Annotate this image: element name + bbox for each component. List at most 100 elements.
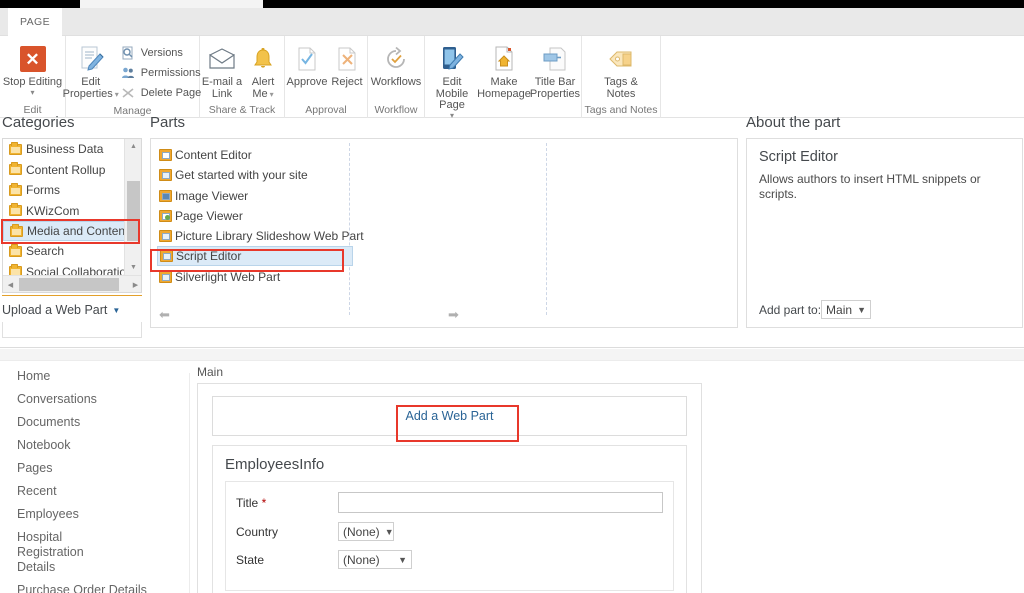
state-select[interactable]: (None) ▼ — [338, 550, 412, 569]
edit-properties-label: Edit Properties — [62, 76, 113, 100]
approve-button[interactable]: Approve — [286, 40, 328, 89]
make-homepage-button[interactable]: Make Homepage — [477, 40, 531, 100]
add-part-to-label: Add part to: — [759, 302, 822, 317]
part-item-content-editor[interactable]: Content Editor — [157, 145, 537, 165]
versions-button[interactable]: Versions — [118, 43, 202, 63]
tags-notes-icon — [607, 44, 635, 74]
permissions-button[interactable]: Permissions — [118, 63, 202, 83]
part-item-picture-library-slideshow-web-part[interactable]: Picture Library Slideshow Web Part — [157, 226, 537, 246]
part-item-silverlight-web-part[interactable]: Silverlight Web Part — [157, 266, 537, 286]
category-item-search[interactable]: Search — [3, 241, 125, 262]
web-part-icon — [159, 210, 172, 223]
ribbon-group-label-tags-notes: Tags and Notes — [584, 104, 658, 116]
browser-top-strip — [0, 0, 1024, 8]
part-label: Page Viewer — [175, 209, 243, 224]
scroll-left-icon[interactable]: ◀ — [3, 276, 18, 292]
category-item-content-rollup[interactable]: Content Rollup — [3, 160, 125, 181]
form-row-title: Title * — [236, 492, 663, 513]
add-a-web-part-link[interactable]: Add a Web Part — [405, 409, 493, 423]
nav-item-documents[interactable]: Documents — [0, 411, 175, 434]
scrollbar-thumb[interactable] — [127, 181, 140, 241]
workflows-button[interactable]: Workflows — [368, 40, 424, 89]
country-select[interactable]: (None) ▼ — [338, 522, 394, 541]
scroll-up-icon[interactable]: ▲ — [125, 139, 141, 154]
nav-item-label: Conversations — [17, 392, 97, 406]
nav-item-pages[interactable]: Pages — [0, 457, 175, 480]
title-bar-properties-icon — [542, 44, 568, 74]
nav-item-home[interactable]: Home — [0, 365, 175, 388]
nav-item-hospital-registration-details[interactable]: Hospital Registration Details — [0, 526, 120, 579]
ribbon-group-label-share-track: Share & Track — [208, 104, 276, 116]
category-item-business-data[interactable]: Business Data — [3, 139, 125, 160]
ribbon: ✕ Stop Editing ▾ Edit Edit Properties ▾ … — [0, 36, 1024, 134]
page-body: Home Conversations Documents Notebook Pa… — [0, 349, 1024, 593]
nav-item-label: Hospital Registration Details — [17, 530, 84, 574]
ribbon-tabstrip: PAGE — [0, 8, 1024, 36]
main-column: Main Add a Web Part EmployeesInfo Title … — [197, 365, 717, 593]
title-input[interactable] — [338, 492, 663, 513]
parts-column-divider — [546, 143, 547, 315]
edit-mobile-page-label: Edit Mobile Page — [435, 76, 469, 111]
nav-item-purchase-order-details[interactable]: Purchase Order Details — [0, 579, 175, 593]
tab-page-label: PAGE — [20, 16, 50, 28]
upload-a-web-part-button[interactable]: Upload a Web Part ▼ — [2, 299, 142, 321]
versions-icon — [118, 45, 138, 61]
alert-me-button[interactable]: Alert Me ▾ — [243, 40, 283, 100]
zone-label-main: Main — [197, 365, 224, 379]
title-bar-properties-button[interactable]: Title Bar Properties — [529, 40, 581, 100]
folder-icon — [9, 203, 22, 217]
delete-page-button[interactable]: Delete Page — [118, 83, 201, 103]
ribbon-group-edit: ✕ Stop Editing ▾ Edit — [0, 36, 66, 118]
parts-title: Parts — [150, 114, 186, 131]
about-the-part-box: Script Editor Allows authors to insert H… — [746, 138, 1023, 328]
scroll-right-icon[interactable]: ▶ — [128, 276, 141, 292]
folder-icon — [9, 243, 22, 257]
parts-previous-icon[interactable]: ⬅ — [159, 307, 170, 323]
reject-button[interactable]: Reject — [328, 40, 366, 89]
part-item-script-editor[interactable]: Script Editor — [157, 246, 353, 267]
categories-vertical-scrollbar[interactable]: ▲ ▼ — [124, 139, 141, 275]
nav-item-recent[interactable]: Recent — [0, 480, 175, 503]
scrollbar-thumb[interactable] — [19, 278, 119, 291]
edit-properties-button[interactable]: Edit Properties ▾ — [62, 40, 119, 100]
category-item-media-and-content[interactable]: Media and Content — [3, 221, 129, 241]
country-value: (None) — [343, 524, 380, 539]
web-part-icon — [159, 169, 172, 182]
make-homepage-label: Make Homepage — [477, 76, 531, 100]
parts-next-icon[interactable]: ➡ — [448, 307, 459, 323]
categories-listbox[interactable]: Business Data Content Rollup Forms KWizC… — [2, 138, 142, 293]
nav-item-employees[interactable]: Employees — [0, 503, 175, 526]
category-label: Search — [26, 244, 65, 259]
form-row-state: State (None) ▼ — [236, 550, 663, 569]
form-row-country: Country (None) ▼ — [236, 522, 663, 541]
nav-item-conversations[interactable]: Conversations — [0, 388, 175, 411]
left-navigation: Home Conversations Documents Notebook Pa… — [0, 365, 190, 593]
stop-editing-button[interactable]: ✕ Stop Editing ▾ — [2, 40, 64, 97]
parts-listbox[interactable]: Content Editor Get started with your sit… — [150, 138, 738, 328]
nav-item-label: Employees — [17, 507, 79, 521]
edit-mobile-page-button[interactable]: Edit Mobile Page ▾ — [425, 40, 479, 120]
permissions-icon — [118, 65, 138, 81]
category-item-forms[interactable]: Forms — [3, 180, 125, 201]
categories-horizontal-scrollbar[interactable]: ◀ ▶ — [3, 275, 141, 292]
tab-page[interactable]: PAGE — [8, 8, 62, 36]
page-body-top-strip — [0, 349, 1024, 361]
category-item-kwizcom[interactable]: KWizCom — [3, 201, 125, 222]
nav-item-label: Pages — [17, 461, 53, 475]
folder-icon — [9, 182, 22, 196]
tags-and-notes-button[interactable]: Tags & Notes — [597, 40, 645, 100]
ribbon-group-tags-notes: Tags & Notes Tags and Notes — [582, 36, 661, 118]
nav-item-notebook[interactable]: Notebook — [0, 434, 175, 457]
category-label: Media and Content — [27, 224, 129, 238]
part-item-image-viewer[interactable]: Image Viewer — [157, 186, 537, 206]
part-item-get-started-with-your-site[interactable]: Get started with your site — [157, 165, 537, 185]
add-part-to-value: Main — [826, 302, 853, 317]
part-item-page-viewer[interactable]: Page Viewer — [157, 206, 537, 226]
add-part-to-select[interactable]: Main ▼ — [821, 300, 871, 319]
permissions-label: Permissions — [140, 67, 201, 79]
scroll-down-icon[interactable]: ▼ — [125, 260, 141, 275]
web-part-employees-info: EmployeesInfo Title * Country (None) ▼ S… — [212, 445, 687, 593]
add-a-web-part-strip[interactable]: Add a Web Part — [212, 396, 687, 436]
folder-icon — [9, 162, 22, 176]
email-a-link-button[interactable]: E-mail a Link — [201, 40, 243, 100]
